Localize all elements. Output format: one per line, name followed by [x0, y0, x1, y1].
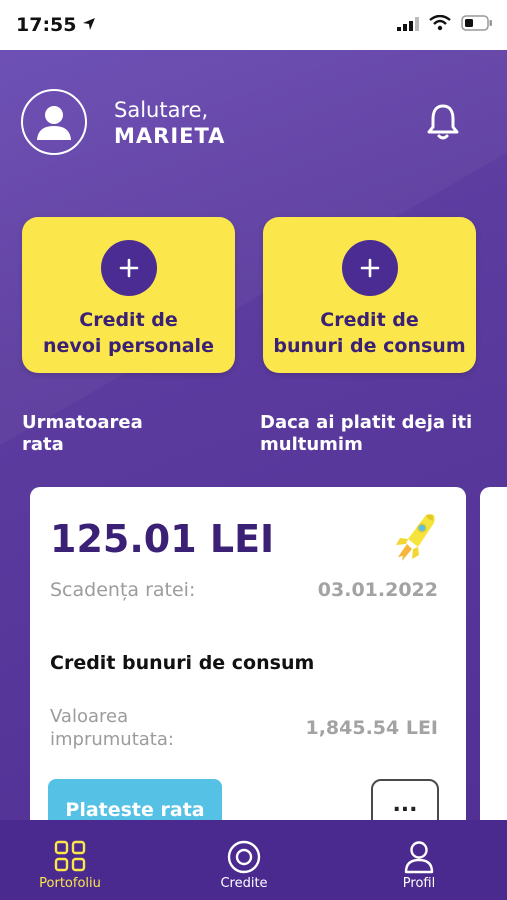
nav-portfolio[interactable]: Portofoliu — [10, 820, 130, 900]
loan-amount-label: Valoarea imprumutata: — [50, 705, 220, 751]
thanks-line2: multumim — [260, 434, 363, 455]
tile-label-line1: Credit de — [79, 309, 178, 331]
payment-card[interactable]: 125.01 LEI Scadența ratei: 03.01.2022 Cr… — [30, 487, 466, 847]
rocket-icon — [388, 511, 438, 573]
greeting: Salutare, MARIETA — [114, 97, 225, 149]
tile-label: Credit de bunuri de consum — [263, 307, 476, 359]
next-rate-line2: rata — [22, 434, 64, 455]
bell-icon[interactable] — [425, 102, 461, 146]
next-rate-label: Urmatoarea rata — [22, 412, 143, 456]
user-name: MARIETA — [114, 124, 226, 148]
nav-credits[interactable]: Credite — [184, 820, 304, 900]
due-date-value: 03.01.2022 — [317, 579, 438, 601]
nav-label: Credite — [220, 876, 268, 891]
loan-label-line1: Valoarea — [50, 706, 129, 727]
plus-icon — [341, 240, 398, 296]
user-avatar-icon — [37, 106, 71, 140]
grid-icon — [54, 840, 86, 876]
loan-amount-value: 1,845.54 LEI — [305, 717, 438, 739]
credit-consumer-goods-tile[interactable]: Credit de bunuri de consum — [263, 217, 476, 373]
credit-personal-needs-tile[interactable]: Credit de nevoi personale — [22, 217, 235, 373]
target-icon — [227, 840, 261, 878]
next-rate-line1: Urmatoarea — [22, 412, 143, 433]
nav-label: Profil — [402, 876, 436, 891]
signal-icon — [397, 16, 419, 35]
status-icons — [397, 14, 493, 35]
battery-icon — [461, 15, 493, 35]
status-bar: 17:55 — [0, 0, 507, 50]
credit-type: Credit bunuri de consum — [50, 652, 315, 674]
header: Salutare, MARIETA — [0, 50, 507, 220]
nav-label: Portofoliu — [39, 876, 101, 891]
bottom-navigation: Portofoliu Credite Profil — [0, 820, 507, 900]
status-time: 17:55 — [16, 14, 77, 36]
plus-icon — [100, 240, 157, 296]
next-card-peek[interactable] — [480, 487, 507, 847]
avatar[interactable] — [21, 89, 87, 155]
tile-label-line2: bunuri de consum — [273, 335, 466, 357]
tile-label-line2: nevoi personale — [43, 335, 214, 357]
location-arrow-icon — [81, 16, 97, 36]
tile-label-line1: Credit de — [320, 309, 419, 331]
due-date-label: Scadența ratei: — [50, 579, 196, 601]
loan-label-line2: imprumutata: — [50, 729, 174, 750]
thanks-line1: Daca ai platit deja iti — [260, 412, 473, 433]
payment-amount: 125.01 LEI — [50, 517, 275, 561]
thanks-message: Daca ai platit deja iti multumim — [260, 412, 472, 456]
wifi-icon — [429, 14, 451, 35]
tile-label: Credit de nevoi personale — [22, 307, 235, 359]
nav-profile[interactable]: Profil — [359, 820, 479, 900]
user-icon — [403, 840, 435, 878]
greeting-text: Salutare, — [114, 98, 209, 122]
